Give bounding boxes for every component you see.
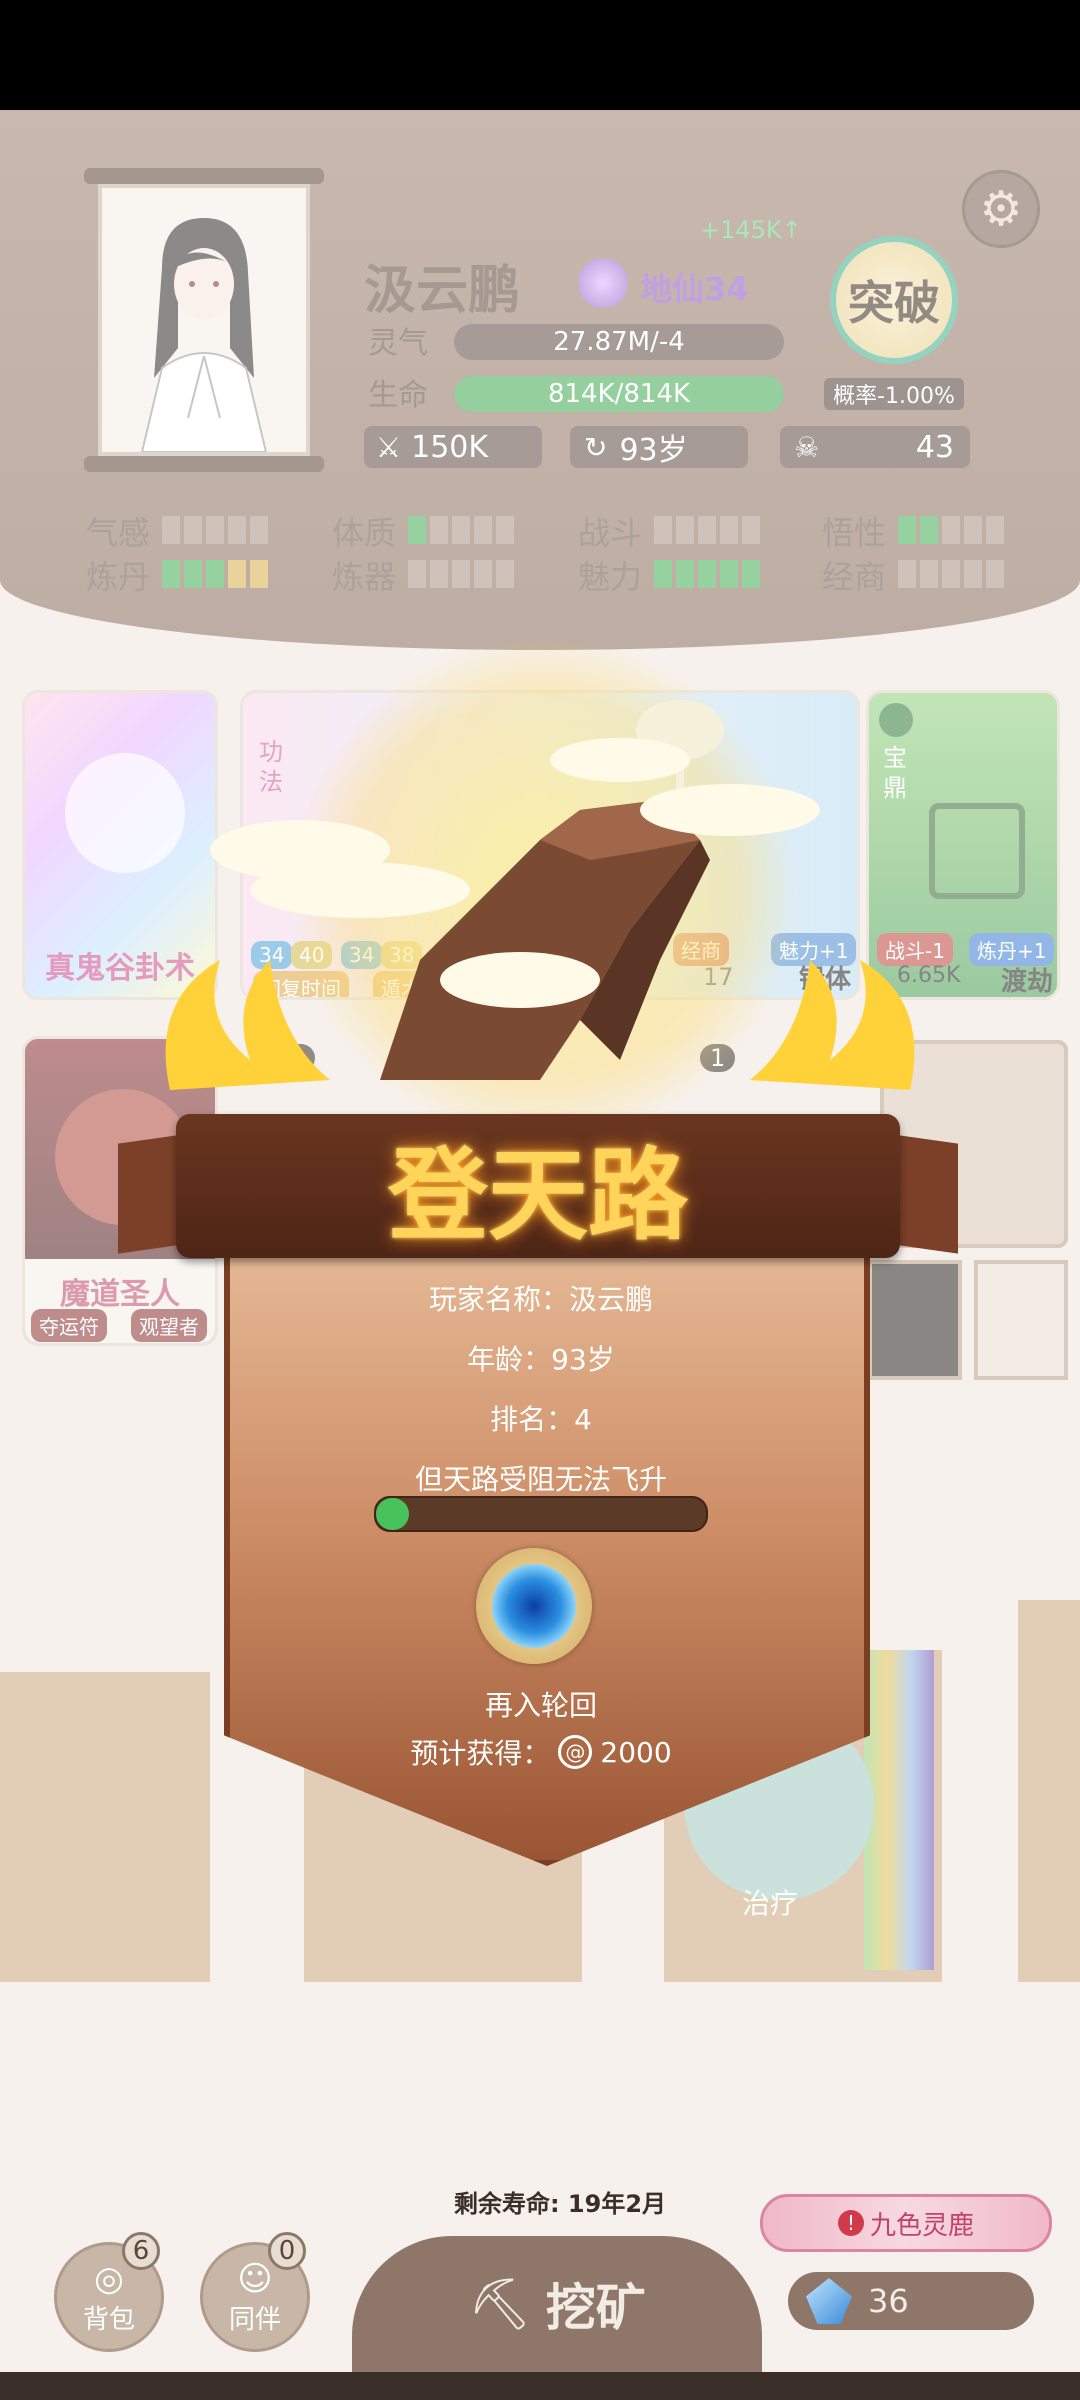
partner-label: 同伴 (228, 2305, 281, 2335)
modal-blocked-message: 但天路受阻无法飞升 (414, 1463, 667, 1496)
rebirth-label[interactable]: 再入轮回 (224, 1684, 858, 1724)
alert-icon: ! (837, 2210, 864, 2236)
swirl-portal-icon[interactable] (492, 1564, 576, 1648)
modal-age: 年龄：93岁 (467, 1343, 615, 1376)
mine-button[interactable]: ⛏ 挖矿 (352, 2236, 762, 2372)
mine-label: 挖矿 (545, 2279, 646, 2337)
ascension-progress-fill (376, 1498, 409, 1530)
modal-title: 登天路 (388, 1135, 688, 1254)
modal-rank: 排名：4 (490, 1403, 592, 1436)
system-nav-bar (0, 2372, 1080, 2400)
bag-badge: 6 (122, 2232, 160, 2270)
partner-badge: 0 (268, 2232, 306, 2270)
modal-player-name: 玩家名称：汲云鹏 (428, 1283, 653, 1316)
ascension-progress-bar (374, 1496, 708, 1532)
gem-icon (806, 2278, 852, 2324)
lifespan-remaining: 剩余寿命: 19年2月 (453, 2190, 667, 2218)
spirit-coin-icon: @ (558, 1735, 593, 1769)
event-deer-button[interactable]: ! 九色灵鹿 (760, 2194, 1052, 2252)
gem-counter[interactable]: 36 (788, 2272, 1034, 2330)
status-bar (0, 0, 1080, 110)
sky-mountain-illustration (165, 700, 915, 1090)
bag-label: 背包 (82, 2305, 135, 2335)
expected-reward: 预计获得： @ 2000 (410, 1735, 672, 1770)
pickaxe-icon: ⛏ (468, 2274, 532, 2333)
